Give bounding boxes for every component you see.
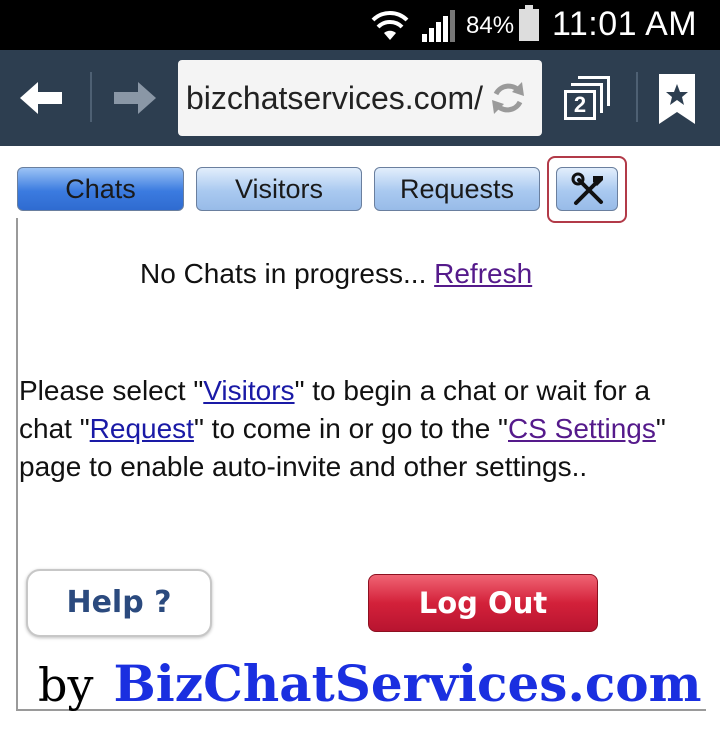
tools-icon — [571, 172, 603, 205]
battery-icon — [519, 5, 539, 41]
toolbar-divider — [90, 72, 92, 122]
instructions-part: " to come in or go to the " — [193, 413, 508, 444]
tab-chats[interactable]: Chats — [17, 167, 184, 211]
footer-branding: by BizChatServices.com — [38, 654, 702, 713]
tabs-button[interactable]: 2 — [558, 76, 614, 124]
clock: 11:01 AM — [552, 5, 698, 43]
signal-icon — [422, 10, 455, 42]
footer-by: by — [38, 658, 94, 712]
refresh-link[interactable]: Refresh — [434, 258, 532, 289]
settings-tab-button[interactable] — [556, 167, 618, 211]
request-link[interactable]: Request — [90, 413, 194, 444]
cs-settings-link[interactable]: CS Settings — [508, 413, 656, 444]
tab-count: 2 — [564, 90, 596, 120]
toolbar-divider — [636, 72, 638, 122]
tab-visitors[interactable]: Visitors — [196, 167, 362, 211]
reload-icon[interactable] — [488, 78, 528, 118]
brand-name: BizChatServices.com — [113, 654, 702, 713]
tab-settings[interactable] — [547, 156, 627, 223]
wifi-icon — [371, 10, 409, 40]
tab-requests[interactable]: Requests — [374, 167, 540, 211]
status-bar: 84% 11:01 AM — [0, 0, 720, 50]
content-left-border — [16, 218, 18, 710]
no-chats-message: No Chats in progress... — [140, 258, 435, 289]
browser-toolbar: bizchatservices.com/ 2 — [0, 50, 720, 146]
chat-status: No Chats in progress... Refresh — [140, 258, 532, 290]
forward-arrow-icon[interactable] — [110, 78, 158, 118]
instructions-text: Please select "Visitors" to begin a chat… — [19, 372, 709, 486]
help-button[interactable]: Help ? — [26, 569, 212, 637]
url-text[interactable]: bizchatservices.com/ — [186, 80, 486, 117]
visitors-link[interactable]: Visitors — [203, 375, 294, 406]
battery-percentage: 84% — [466, 12, 515, 39]
address-bar[interactable]: bizchatservices.com/ — [178, 60, 542, 136]
logout-button[interactable]: Log Out — [368, 574, 598, 632]
back-arrow-icon[interactable] — [18, 78, 66, 118]
instructions-part: Please select " — [19, 375, 204, 406]
bookmark-icon[interactable] — [657, 72, 697, 126]
